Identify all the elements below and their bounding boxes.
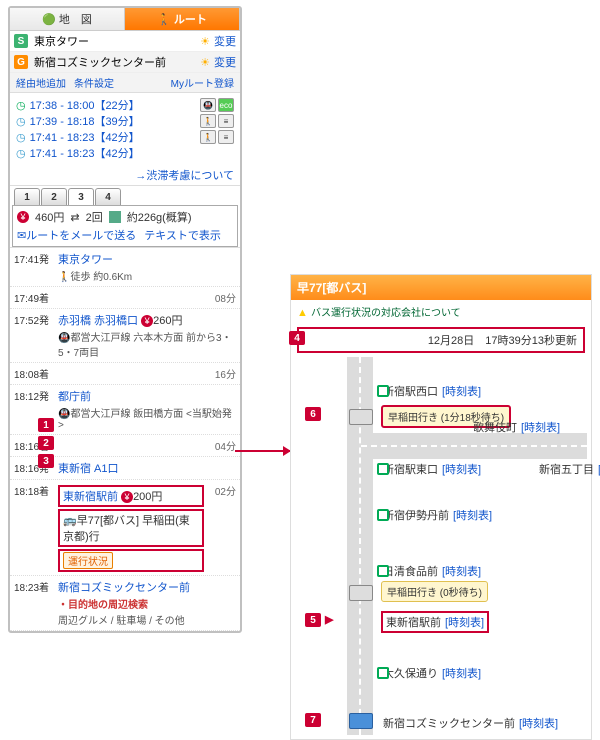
provider-info-link[interactable]: バス運行状況の対応会社について	[311, 308, 461, 319]
transfer-icon: ⇄	[70, 211, 79, 224]
clock-icon: ◷	[16, 147, 26, 160]
tab-1[interactable]: 1	[14, 188, 40, 205]
callout-2: 2	[38, 436, 54, 450]
route-icon: 🚶	[157, 13, 171, 26]
highlight-2: 🚌早77[都バス] 早稲田(東京都)行	[58, 509, 204, 547]
callout-6: 6	[305, 407, 321, 421]
step-stop[interactable]: 赤羽橋 赤羽橋口	[58, 315, 138, 327]
weather-icon: ☀	[200, 56, 210, 69]
route-number-tabs: 1 2 3 4	[10, 188, 240, 205]
goal-icon: G	[14, 55, 28, 69]
time-options: ◷ 17:38 - 18:00【22分】 🚇eco ◷ 17:39 - 18:18【3…	[10, 93, 240, 165]
callout-5: 5	[305, 613, 321, 627]
show-text[interactable]: テキストで表示	[144, 227, 221, 243]
panel-title: 早77[都バス]	[291, 275, 591, 300]
stop-dot	[377, 385, 389, 397]
change-dest[interactable]: 変更	[214, 54, 236, 70]
timetable-link[interactable]: [時刻表]	[442, 665, 481, 681]
live-status-button[interactable]: 運行状況	[63, 552, 113, 569]
tab-4[interactable]: 4	[95, 188, 121, 205]
callout-4: 4	[289, 331, 305, 345]
bus-map: 新宿駅西口 [時刻表] 6 早稲田行き (1分18秒待ち) 新宿駅東口 [時刻表…	[303, 357, 587, 735]
bus-icon	[349, 409, 373, 425]
route-panel: 🟢地 図 🚶ルート S ☀ 変更 G ☀ 変更 経由地追加 条件設定 Myルート…	[8, 6, 242, 633]
yen-icon: ¥	[121, 491, 133, 503]
road-horizontal	[361, 433, 587, 459]
yen-icon: ¥	[17, 211, 29, 223]
send-mail[interactable]: ✉ルートをメールで送る	[17, 227, 136, 243]
settings-link[interactable]: 条件設定	[74, 75, 114, 90]
step-stop[interactable]: 東京タワー	[58, 254, 113, 266]
dest-input[interactable]	[32, 55, 196, 69]
tab-map[interactable]: 🟢地 図	[10, 8, 125, 30]
mail-icon: ✉	[17, 230, 26, 242]
mode-icon: ≡	[218, 114, 234, 128]
jam-link[interactable]: →渋滞考慮について	[10, 165, 240, 186]
opt-time[interactable]: 17:41 - 18:23【42分】	[30, 129, 140, 145]
highlight-3: 運行状況	[58, 549, 204, 572]
bus-icon	[349, 585, 373, 601]
eco-icon	[109, 211, 121, 223]
timetable-link[interactable]: [時刻表]	[442, 461, 481, 477]
bus-icon: 🚌	[63, 515, 77, 527]
origin-row: S ☀ 変更	[10, 31, 240, 52]
clock-icon: ◷	[16, 131, 26, 144]
step-stop[interactable]: 都庁前	[58, 391, 91, 403]
arrow	[235, 450, 295, 452]
callout-7: 7	[305, 713, 321, 727]
add-waypoint[interactable]: 経由地追加	[16, 75, 66, 90]
mode-icon: 🚇	[200, 98, 216, 112]
train-icon: 🚇	[58, 409, 70, 420]
wait-2: 早稲田行き (0秒待ち)	[381, 581, 488, 602]
timetable-link[interactable]: [時刻表]	[521, 419, 560, 435]
arrow-icon: ▶	[325, 613, 333, 626]
weather-icon: ☀	[200, 35, 210, 48]
start-icon: S	[14, 34, 28, 48]
callout-3: 3	[38, 454, 54, 468]
step-stop[interactable]: 新宿コズミックセンター前	[58, 582, 190, 594]
callout-1: 1	[38, 418, 54, 432]
mode-icon: 🚶	[200, 130, 216, 144]
timetable-link[interactable]: [時刻表]	[445, 614, 484, 630]
stop-dot	[377, 565, 389, 577]
stop-dot	[377, 463, 389, 475]
timetable-link[interactable]: [時刻表]	[442, 383, 481, 399]
highlight-1: 東新宿駅前 ¥200円	[58, 485, 204, 507]
myroute-link[interactable]: Myルート登録	[171, 75, 234, 90]
yen-icon: ¥	[141, 315, 153, 327]
current-stop: 東新宿駅前 [時刻表]	[381, 611, 489, 633]
eco-icon: eco	[218, 98, 234, 112]
timetable-link[interactable]: [時刻表]	[453, 507, 492, 523]
clock-icon: ◷	[16, 99, 26, 112]
stop-dot	[377, 509, 389, 521]
area-links[interactable]: 周辺グルメ / 駐車場 / その他	[58, 612, 236, 627]
tab-3[interactable]: 3	[68, 188, 94, 205]
main-tabs: 🟢地 図 🚶ルート	[10, 8, 240, 31]
route-summary: ¥460円 ⇄2回 約226g(概算) ✉ルートをメールで送るテキストで表示	[12, 205, 238, 247]
tab-route[interactable]: 🚶ルート	[125, 8, 240, 30]
change-origin[interactable]: 変更	[214, 33, 236, 49]
mode-icon: 🚶	[200, 114, 216, 128]
origin-input[interactable]	[32, 34, 196, 48]
update-time: 12月28日 17時39分13秒更新	[297, 327, 585, 353]
train-icon: 🚇	[58, 333, 70, 344]
stop-dot	[377, 667, 389, 679]
map-icon: 🟢	[42, 13, 56, 26]
area-search[interactable]: ・目的地の周辺検索	[58, 596, 236, 611]
tab-2[interactable]: 2	[41, 188, 67, 205]
walk-icon: 🚶	[58, 272, 70, 283]
mode-icon: ≡	[218, 130, 234, 144]
clock-icon: ◷	[16, 115, 26, 128]
opt-time[interactable]: 17:41 - 18:23【42分】	[30, 145, 140, 161]
opt-time[interactable]: 17:38 - 18:00【22分】	[30, 97, 140, 113]
dest-row: G ☀ 変更	[10, 52, 240, 73]
timetable-link[interactable]: [時刻表]	[519, 715, 558, 731]
bus-status-panel: 早77[都バス] ▲ バス運行状況の対応会社について 4 12月28日 17時3…	[290, 274, 592, 740]
bus-icon	[349, 713, 373, 729]
info-icon: ▲	[297, 307, 308, 319]
opt-time[interactable]: 17:39 - 18:18【39分】	[30, 113, 140, 129]
step-stop[interactable]: 東新宿 A1口	[58, 463, 119, 475]
condition-bar: 経由地追加 条件設定 Myルート登録	[10, 73, 240, 93]
timetable-link[interactable]: [時刻表]	[442, 563, 481, 579]
